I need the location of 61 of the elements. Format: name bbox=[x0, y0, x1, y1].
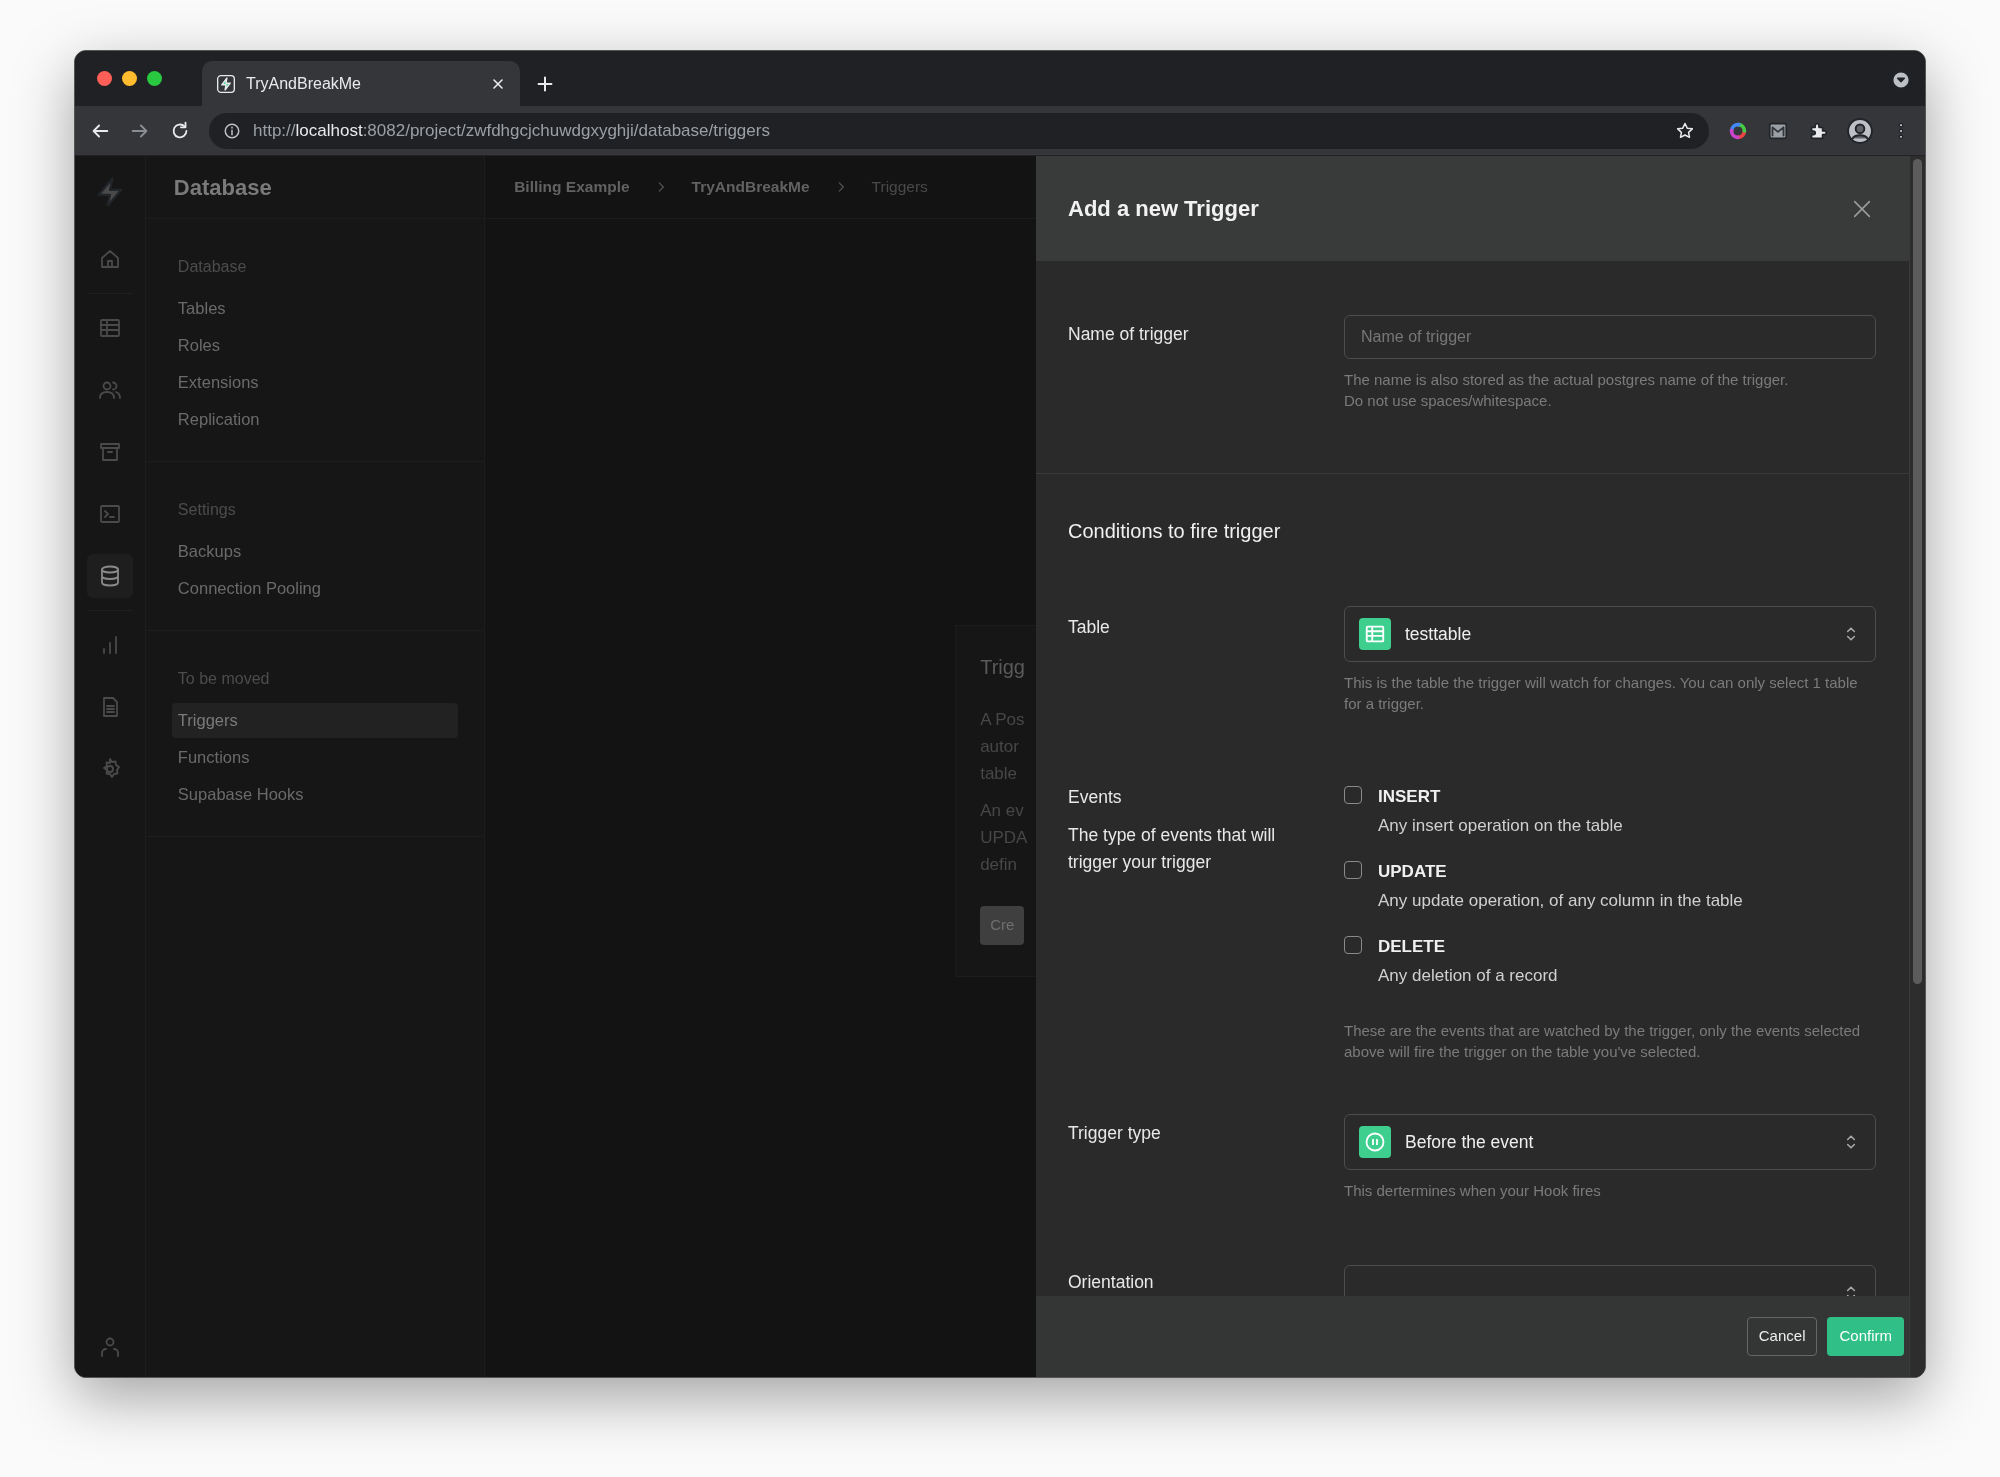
table-icon bbox=[97, 316, 122, 340]
help-text: This dertermines when your Hook fires bbox=[1344, 1181, 1602, 1201]
window-zoom-button[interactable] bbox=[147, 71, 162, 86]
field-label: Name of trigger bbox=[1068, 323, 1190, 346]
info-icon bbox=[223, 121, 241, 140]
dropdown-icon[interactable] bbox=[1891, 70, 1911, 90]
lightning-icon bbox=[216, 73, 236, 94]
address-bar[interactable]: http://localhost:8082/project/zwfdhgcjchuwdgxyghji/database/triggers bbox=[209, 112, 1709, 149]
sidebar-item[interactable]: Functions bbox=[171, 740, 459, 775]
help-text: The name is also stored as the actual postgres name of the trigger. Do not use spaces/whitespace. bbox=[1344, 370, 1790, 411]
event-description: Any insert operation on the table bbox=[1378, 814, 1623, 837]
confirm-button[interactable]: Confirm bbox=[1827, 1317, 1904, 1356]
sidebar-item[interactable]: Extensions bbox=[171, 365, 459, 400]
table-icon bbox=[1364, 623, 1386, 645]
sidebar-item[interactable]: Tables bbox=[171, 291, 459, 326]
pause-circle-icon bbox=[1363, 1130, 1387, 1154]
select-value: testtable bbox=[1405, 622, 1473, 646]
sidebar-item[interactable]: Connection Pooling bbox=[171, 571, 459, 606]
window-minimize-button[interactable] bbox=[122, 71, 137, 86]
url-text: http://localhost:8082/project/zwfdhgcjchuwdgxyghji/database/triggers bbox=[253, 119, 771, 142]
select-field[interactable]: testtable bbox=[1344, 606, 1876, 662]
event-name: INSERT bbox=[1378, 786, 1442, 808]
field-label: Trigger type bbox=[1068, 1122, 1162, 1145]
browser-tab[interactable]: TryAndBreakMe bbox=[202, 61, 520, 106]
checkbox[interactable] bbox=[1344, 786, 1362, 804]
sidebar-item[interactable]: Triggers bbox=[171, 703, 459, 738]
tab-title: TryAndBreakMe bbox=[246, 73, 362, 94]
help-text: These are the events that are watched by the trigger, only the events selected above will fire the trigger on the table you've selected. bbox=[1344, 1021, 1862, 1062]
breadcrumb-link[interactable]: TryAndBreakMe bbox=[691, 175, 810, 199]
help-text: This is the table the trigger will watch for changes. You can only select 1 table for a trigger. bbox=[1344, 673, 1859, 714]
avatar-icon[interactable] bbox=[1847, 117, 1873, 144]
window-close-button[interactable] bbox=[97, 71, 112, 86]
checkbox[interactable] bbox=[1344, 861, 1362, 879]
scrollbar-thumb[interactable] bbox=[1913, 159, 1922, 984]
event-name: DELETE bbox=[1378, 936, 1447, 958]
field-description: The type of events that will trigger your trigger bbox=[1068, 824, 1277, 874]
checkbox[interactable] bbox=[1344, 936, 1362, 954]
scrollbar[interactable] bbox=[1909, 156, 1925, 1377]
star-icon[interactable] bbox=[1675, 120, 1695, 141]
terminal-icon bbox=[97, 502, 122, 526]
sidebar-item[interactable]: Supabase Hooks bbox=[171, 777, 459, 812]
panel-title: Add a new Trigger bbox=[1068, 195, 1259, 223]
select-field[interactable]: Before the event bbox=[1344, 1114, 1876, 1170]
card-title: Trigg bbox=[980, 655, 1026, 680]
field-label: Table bbox=[1068, 616, 1111, 639]
sidebar-item[interactable]: Roles bbox=[171, 328, 459, 363]
select-value: Before the event bbox=[1405, 1130, 1535, 1154]
name-input-field[interactable]: Name of trigger bbox=[1344, 315, 1876, 359]
archive-icon bbox=[97, 440, 122, 464]
event-description: Any deletion of a record bbox=[1378, 964, 1558, 987]
cancel-button[interactable]: Cancel bbox=[1746, 1317, 1818, 1356]
sidebar-title: Database bbox=[173, 173, 272, 202]
event-name: UPDATE bbox=[1378, 861, 1448, 883]
field-label: Orientation bbox=[1068, 1271, 1155, 1294]
field-label: Events bbox=[1068, 786, 1123, 809]
sidebar-item[interactable]: Backups bbox=[171, 534, 459, 569]
breadcrumb-link[interactable]: Billing Example bbox=[514, 175, 630, 199]
nav-rail-button[interactable] bbox=[86, 554, 133, 598]
event-description: Any update operation, of any column in the table bbox=[1378, 889, 1743, 912]
sidebar-item[interactable]: Replication bbox=[171, 402, 459, 437]
section-title: Conditions to fire trigger bbox=[1067, 519, 1282, 544]
